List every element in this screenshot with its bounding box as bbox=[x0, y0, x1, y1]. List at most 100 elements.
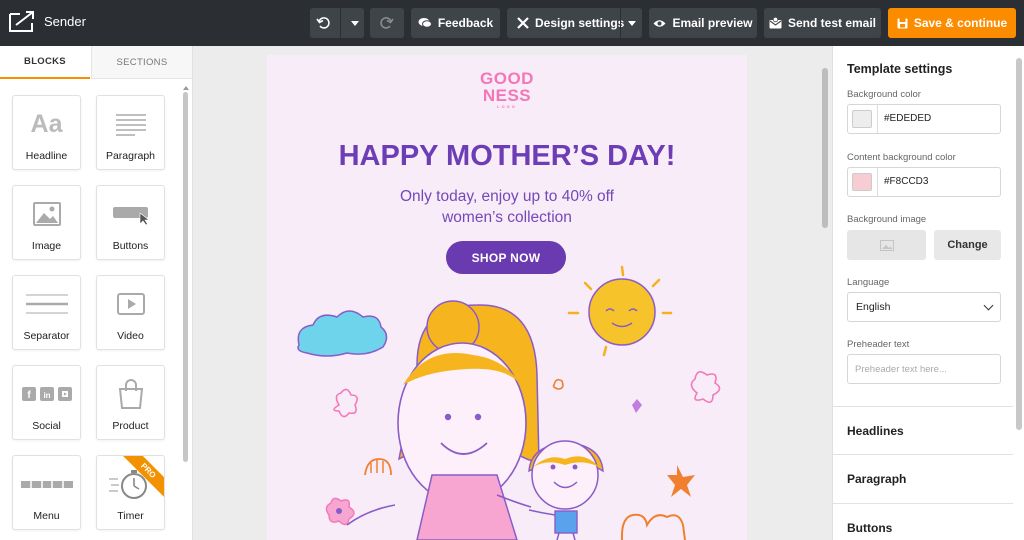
image-icon bbox=[13, 196, 80, 232]
undo-history-caret-icon[interactable] bbox=[350, 20, 359, 26]
shop-now-button[interactable]: SHOP NOW bbox=[446, 241, 566, 274]
send-test-email-button[interactable]: Send test email bbox=[764, 8, 881, 38]
subtext-line-2: women’s collection bbox=[442, 209, 572, 226]
block-timer[interactable]: Timer PRO bbox=[96, 455, 165, 530]
chevron-down-icon bbox=[983, 300, 994, 311]
social-icon: f in bbox=[13, 376, 80, 412]
bg-color-label: Background color bbox=[847, 89, 921, 100]
content-bg-color-value[interactable]: #F8CCD3 bbox=[884, 176, 928, 187]
sender-logo-icon bbox=[9, 11, 34, 32]
scroll-up-arrow-icon[interactable] bbox=[183, 86, 189, 90]
block-paragraph[interactable]: Paragraph bbox=[96, 95, 165, 170]
design-settings-button[interactable]: Design settings bbox=[507, 8, 642, 38]
headline-icon-text: Aa bbox=[30, 109, 63, 138]
settings-scrollbar[interactable] bbox=[1015, 54, 1023, 540]
undo-button[interactable] bbox=[310, 8, 364, 38]
feedback-button[interactable]: Feedback bbox=[411, 8, 500, 38]
block-product[interactable]: Product bbox=[96, 365, 165, 440]
block-separator[interactable]: Separator bbox=[12, 275, 81, 350]
subtext-line-1: Only today, enjoy up to 40% off bbox=[400, 188, 614, 205]
design-settings-label: Design settings bbox=[535, 16, 625, 30]
content-bg-color-swatch[interactable] bbox=[852, 173, 872, 191]
logo-line-2: NESS bbox=[482, 86, 532, 105]
save-continue-button[interactable]: Save & continue bbox=[888, 8, 1016, 38]
block-label: Product bbox=[112, 420, 149, 432]
bg-image-preview[interactable] bbox=[847, 230, 926, 260]
email-preview-label: Email preview bbox=[672, 16, 753, 30]
design-settings-caret-icon[interactable] bbox=[628, 21, 636, 26]
preheader-label: Preheader text bbox=[847, 339, 910, 350]
brand[interactable]: Sender bbox=[8, 9, 86, 33]
block-label: Buttons bbox=[112, 240, 149, 252]
canvas-scrollbar[interactable] bbox=[821, 56, 830, 540]
blocks-scrollbar[interactable] bbox=[182, 86, 189, 538]
block-label: Menu bbox=[33, 510, 60, 522]
bg-image-label: Background image bbox=[847, 214, 927, 225]
save-icon bbox=[897, 18, 908, 28]
email-subtext: Only today, enjoy up to 40% off women’s … bbox=[267, 186, 747, 228]
block-label: Paragraph bbox=[105, 150, 156, 162]
headline-icon: Aa bbox=[13, 106, 80, 142]
top-toolbar: Sender Feedback Design settings Email pr… bbox=[0, 0, 1024, 46]
block-label: Social bbox=[32, 420, 61, 432]
bg-color-swatch[interactable] bbox=[852, 110, 872, 128]
redo-button[interactable] bbox=[370, 8, 404, 38]
block-label: Headline bbox=[25, 150, 68, 162]
section-headlines[interactable]: Headlines bbox=[833, 406, 1013, 454]
language-select[interactable]: English bbox=[847, 292, 1001, 322]
content-bg-label: Content background color bbox=[847, 152, 956, 163]
menu-icon bbox=[13, 466, 80, 502]
block-label: Timer bbox=[117, 510, 144, 522]
tools-icon bbox=[517, 17, 529, 29]
chat-bubble-icon bbox=[418, 18, 432, 28]
paragraph-icon bbox=[97, 106, 164, 142]
block-label: Video bbox=[117, 330, 144, 342]
block-social[interactable]: f in Social bbox=[12, 365, 81, 440]
email-headline: HAPPY MOTHER’S DAY! bbox=[338, 140, 676, 172]
block-menu[interactable]: Menu bbox=[12, 455, 81, 530]
section-buttons[interactable]: Buttons bbox=[833, 503, 1013, 540]
save-continue-label: Save & continue bbox=[913, 16, 1008, 30]
goodness-logo: GOOD NESS LOGO bbox=[267, 70, 747, 110]
undo-icon bbox=[315, 17, 330, 29]
buttons-icon bbox=[97, 196, 164, 232]
block-label: Separator bbox=[23, 330, 70, 342]
logo-tag: LOGO bbox=[497, 104, 517, 109]
bg-color-field[interactable]: #EDEDED bbox=[847, 104, 1001, 134]
tab-blocks[interactable]: BLOCKS bbox=[0, 46, 90, 79]
section-paragraph[interactable]: Paragraph bbox=[833, 454, 1013, 502]
scrollbar-thumb[interactable] bbox=[183, 92, 188, 462]
svg-text:in: in bbox=[43, 391, 50, 400]
mothers-day-illustration bbox=[297, 265, 721, 540]
tab-sections[interactable]: SECTIONS bbox=[91, 46, 192, 79]
email-preview-button[interactable]: Email preview bbox=[649, 8, 757, 38]
video-icon bbox=[97, 286, 164, 322]
separator-icon bbox=[13, 286, 80, 322]
preheader-input[interactable] bbox=[847, 354, 1001, 384]
product-icon bbox=[97, 376, 164, 412]
language-label: Language bbox=[847, 277, 890, 288]
bg-color-value[interactable]: #EDEDED bbox=[884, 113, 931, 124]
block-label: Image bbox=[31, 240, 62, 252]
template-settings-panel: Template settings Background color #EDED… bbox=[832, 46, 1024, 540]
blocks-panel: BLOCKS SECTIONS Aa Headline Paragraph Im… bbox=[0, 46, 193, 540]
app-name: Sender bbox=[44, 13, 86, 29]
send-test-label: Send test email bbox=[787, 16, 877, 30]
content-bg-color-field[interactable]: #F8CCD3 bbox=[847, 167, 1001, 197]
block-headline[interactable]: Aa Headline bbox=[12, 95, 81, 170]
field-divider bbox=[877, 105, 878, 133]
feedback-label: Feedback bbox=[437, 16, 494, 30]
field-divider bbox=[877, 168, 878, 196]
image-placeholder-icon bbox=[879, 239, 894, 251]
change-bg-image-button[interactable]: Change bbox=[934, 230, 1001, 260]
scrollbar-thumb[interactable] bbox=[822, 68, 828, 228]
scrollbar-thumb[interactable] bbox=[1016, 58, 1022, 430]
email-canvas[interactable]: GOOD NESS LOGO HAPPY MOTHER’S DAY! Only … bbox=[267, 55, 747, 540]
language-value: English bbox=[856, 301, 891, 313]
panel-title: Template settings bbox=[847, 62, 953, 76]
block-image[interactable]: Image bbox=[12, 185, 81, 260]
block-buttons[interactable]: Buttons bbox=[96, 185, 165, 260]
redo-icon bbox=[380, 17, 394, 29]
envelope-icon bbox=[769, 17, 782, 29]
block-video[interactable]: Video bbox=[96, 275, 165, 350]
